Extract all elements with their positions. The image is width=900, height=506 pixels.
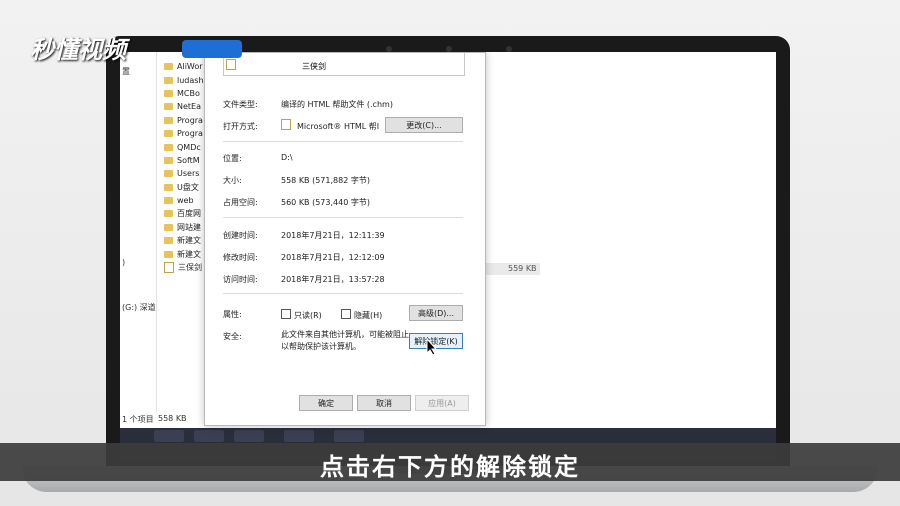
taskbar-app-icon[interactable] xyxy=(234,430,264,442)
list-item[interactable]: QMDc xyxy=(164,140,208,153)
list-item[interactable]: 新建文 xyxy=(164,247,208,260)
list-item[interactable]: Progra xyxy=(164,127,208,140)
size-value: 558 KB (571,882 字节) xyxy=(281,176,370,185)
taskbar-app-icon[interactable] xyxy=(334,430,364,442)
screen: 置 ) (G:) 深道 AliWor ludash MCBo NetEa Pro… xyxy=(120,52,776,462)
location-label: 位置: xyxy=(223,154,242,163)
change-button[interactable]: 更改(C)... xyxy=(385,117,463,133)
list-item[interactable]: Progra xyxy=(164,114,208,127)
file-type-value: 编译的 HTML 帮助文件 (.chm) xyxy=(281,100,393,109)
folder-icon xyxy=(164,130,173,138)
nav-item[interactable]: 置 xyxy=(122,66,130,77)
created-label: 创建时间: xyxy=(223,231,258,240)
filename-field[interactable]: 三侠剑 xyxy=(302,61,326,72)
logo: 秒懂视频 xyxy=(30,36,126,64)
nav-item[interactable]: (G:) 深道 xyxy=(122,302,156,313)
folder-icon xyxy=(164,170,173,178)
list-item[interactable]: 网站建 xyxy=(164,221,208,234)
folder-icon xyxy=(164,156,173,164)
list-item[interactable]: NetEa xyxy=(164,100,208,113)
nav-item[interactable]: ) xyxy=(122,258,125,267)
taskbar-app-icon[interactable] xyxy=(154,430,184,442)
accessed-value: 2018年7月21日，13:57:28 xyxy=(281,275,385,284)
list-item[interactable]: 新建文 xyxy=(164,234,208,247)
list-item[interactable]: U盘文 xyxy=(164,181,208,194)
hidden-checkbox[interactable]: 隐藏(H) xyxy=(341,309,382,321)
selected-size: 558 KB xyxy=(158,414,187,423)
list-item[interactable]: AliWor xyxy=(164,60,208,73)
advanced-button[interactable]: 高级(D)... xyxy=(409,305,463,321)
folder-icon xyxy=(164,237,173,245)
folder-icon xyxy=(164,143,173,151)
list-item[interactable]: ludash xyxy=(164,73,208,86)
modified-value: 2018年7月21日，12:12:09 xyxy=(281,253,385,262)
created-value: 2018年7月21日，12:11:39 xyxy=(281,231,385,240)
folder-icon xyxy=(164,89,173,97)
file-list: AliWor ludash MCBo NetEa Progra Progra Q… xyxy=(164,60,208,274)
list-item[interactable]: Users xyxy=(164,167,208,180)
size-label: 大小: xyxy=(223,176,242,185)
subtitle: 点击右下方的解除锁定 xyxy=(320,453,580,481)
disk-size-value: 560 KB (573,440 字节) xyxy=(281,198,370,207)
security-text: 此文件来自其他计算机，可能被阻止 xyxy=(281,330,409,339)
chm-file-icon xyxy=(164,262,174,274)
mouse-cursor-icon xyxy=(426,338,438,356)
cancel-button[interactable]: 取消 xyxy=(357,395,411,411)
accessed-label: 访问时间: xyxy=(223,275,258,284)
security-label: 安全: xyxy=(223,332,242,341)
file-type-label: 文件类型: xyxy=(223,100,258,109)
checkbox-icon[interactable] xyxy=(281,309,291,319)
folder-icon xyxy=(164,63,173,71)
location-value: D:\ xyxy=(281,153,293,162)
folder-icon xyxy=(164,103,173,111)
list-item[interactable]: 百度网 xyxy=(164,207,208,220)
list-item[interactable]: MCBo xyxy=(164,87,208,100)
apply-button[interactable]: 应用(A) xyxy=(415,395,469,411)
list-item[interactable]: 三保剑 xyxy=(164,261,208,274)
filename-box[interactable]: 三侠剑 xyxy=(223,53,465,76)
open-with-value: Microsoft® HTML 帮I xyxy=(297,122,380,131)
help-file-icon xyxy=(281,119,291,130)
taskbar-app-icon[interactable] xyxy=(284,430,314,442)
checkbox-icon[interactable] xyxy=(341,309,351,319)
divider xyxy=(223,141,463,142)
list-item[interactable]: SoftM xyxy=(164,154,208,167)
readonly-checkbox[interactable]: 只读(R) xyxy=(281,309,322,321)
folder-icon xyxy=(164,210,173,218)
taskbar-app-icon[interactable] xyxy=(194,430,224,442)
folder-icon xyxy=(164,223,173,231)
security-text: 以帮助保护该计算机。 xyxy=(281,342,361,351)
ok-button[interactable]: 确定 xyxy=(299,395,353,411)
disk-size-label: 占用空间: xyxy=(223,198,258,207)
item-count: 1 个项目 xyxy=(122,415,154,424)
folder-icon xyxy=(164,183,173,191)
properties-dialog: 三侠剑 文件类型: 编译的 HTML 帮助文件 (.chm) 打开方式: Mic… xyxy=(204,52,486,426)
list-item[interactable]: web xyxy=(164,194,208,207)
open-with-label: 打开方式: xyxy=(223,122,258,131)
folder-icon xyxy=(164,116,173,124)
logo-badge xyxy=(182,40,242,58)
navigation-pane: 置 ) (G:) 深道 xyxy=(120,52,157,412)
folder-icon xyxy=(164,76,173,84)
file-size: 559 KB xyxy=(508,264,537,273)
folder-icon xyxy=(164,197,173,205)
divider xyxy=(223,217,463,218)
chm-file-icon xyxy=(226,59,236,70)
attributes-label: 属性: xyxy=(223,310,242,319)
folder-icon xyxy=(164,250,173,258)
modified-label: 修改时间: xyxy=(223,253,258,262)
divider xyxy=(223,293,463,294)
